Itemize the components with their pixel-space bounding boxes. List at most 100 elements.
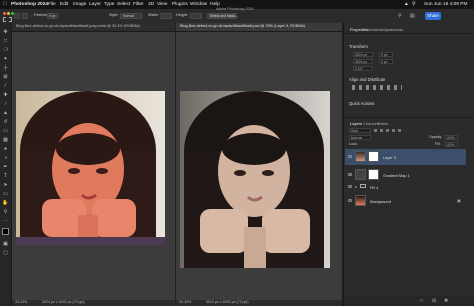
transform-section-label[interactable]: Transform [349,44,368,49]
opacity-value[interactable]: 100% [446,136,455,140]
portrait-image-original[interactable] [16,91,165,245]
eyedropper-icon[interactable]: ⁄ [2,83,9,89]
path-select-icon[interactable]: ➤ [2,182,9,188]
hand-tool-icon[interactable]: ✋ [2,200,9,206]
new-layer-icon[interactable]: ⊞ [432,298,436,304]
x-value[interactable]: 0 px [381,53,387,57]
dodge-tool-icon[interactable]: ◑ [2,155,9,161]
menu-app-name[interactable]: Photoshop 2024 [11,2,48,7]
x-field: 0 px [379,52,393,57]
blur-tool-icon[interactable]: ● [2,146,9,152]
minimize-window-button[interactable] [7,12,10,15]
layer-name[interactable]: Background [370,199,391,204]
align-section-label[interactable]: Align and Distribute [349,77,385,82]
new-group-icon[interactable]: □ [420,298,423,304]
layer-name[interactable]: Gradient Map 1 [383,173,410,178]
chevron-right-icon[interactable]: ▸ [355,184,357,189]
lasso-tool-icon[interactable]: ❍ [2,47,9,53]
menu-image[interactable]: Image [73,2,86,7]
angle-field: 0.00° [353,66,373,71]
layer-mask-thumbnail[interactable] [368,151,379,162]
document-tab-left[interactable]: Blog-Bez-defect-vs-gn-rb-tapisoffdaulitf… [12,23,175,32]
layer-row[interactable]: Background ▣ [345,193,466,209]
menu-3d[interactable]: 3D [148,2,154,7]
share-button[interactable]: Share [425,12,441,20]
menu-window[interactable]: Window [190,2,207,7]
type-tool-icon[interactable]: T [2,173,9,179]
menu-type[interactable]: Type [104,2,114,7]
visibility-eye-icon[interactable] [348,199,352,202]
visibility-eye-icon[interactable] [348,155,352,158]
pen-tool-icon[interactable]: ✒ [2,164,9,170]
menu-filter[interactable]: Filter [133,2,144,7]
workspace-icon[interactable]: ▤ [410,13,415,19]
tab-layers[interactable]: Layers [350,121,362,126]
brush-tool-icon[interactable]: ∕ [2,101,9,107]
quick-select-icon[interactable]: ✦ [2,56,9,62]
zoom-tool-icon[interactable]: ⚲ [2,209,9,215]
close-window-button[interactable] [3,12,6,15]
history-brush-icon[interactable]: ↺ [2,119,9,125]
layer-row[interactable]: ▸ Fill 4 [345,181,466,193]
quick-mask-icon[interactable]: ▣ [2,241,9,247]
search-icon[interactable]: ⚲ [412,2,416,7]
menu-layer[interactable]: Layer [89,2,101,7]
tab-adjustments[interactable]: Adjustments [381,27,403,32]
style-select[interactable]: Normal [120,13,142,19]
blend-mode-value[interactable]: Normal [351,136,362,140]
search-icon[interactable]: ⚲ [398,13,402,19]
y-value[interactable]: 0 px [381,60,387,64]
zoom-level[interactable]: 33.33% [179,300,191,305]
angle-value[interactable]: 0.00° [355,67,363,71]
align-icons[interactable] [352,85,402,90]
height-value[interactable]: 3024 px [355,60,367,64]
move-tool-icon[interactable]: ✥ [2,29,9,35]
width-value[interactable]: 3024 px [355,53,367,57]
add-selection-icon[interactable] [22,13,28,19]
layers-footer: □ ⊞ ✖ [344,296,474,306]
tab-libraries[interactable]: Libraries [366,27,381,32]
gradient-tool-icon[interactable]: ▩ [2,137,9,143]
crop-tool-icon[interactable]: ┼ [2,65,9,71]
marquee-tool-icon[interactable]: □ [2,38,9,44]
menu-plugins[interactable]: Plugins [172,2,188,7]
portrait-image-edited[interactable] [180,91,330,268]
visibility-eye-icon[interactable] [348,185,352,188]
more-tools-icon[interactable]: ⋯ [2,218,9,224]
tab-paths[interactable]: Paths [378,121,388,126]
options-bar: Feather: 0 px Style: Normal Width: Heigh… [0,7,474,24]
filter-icons[interactable] [374,129,404,132]
screen-mode-icon[interactable]: ▢ [2,250,9,256]
height-input[interactable] [190,13,202,19]
layer-mask-thumbnail[interactable] [368,169,379,180]
foreground-color-swatch[interactable] [2,228,9,235]
visibility-eye-icon[interactable] [348,173,352,176]
kind-label[interactable]: Kind [351,129,358,133]
layer-name[interactable]: Fill 4 [370,185,378,190]
tools-panel: ✥ □ ❍ ✦ ┼ ⊠ ⁄ ✚ ∕ ▲ ↺ ▭ ▩ ● ◑ ✒ T ➤ ▭ ✋ … [0,23,12,306]
marquee-tool-icon[interactable] [3,17,12,22]
fill-value[interactable]: 100% [446,143,455,147]
width-input[interactable] [160,13,172,19]
frame-tool-icon[interactable]: ⊠ [2,74,9,80]
feather-input[interactable]: 0 px [47,13,58,19]
menu-file[interactable]: File [48,2,56,7]
shape-tool-icon[interactable]: ▭ [2,191,9,197]
document-tab-title: Blog-Bez-defect-vs-gn-rb-tapisoffdaulitf… [16,24,140,28]
new-selection-icon[interactable] [14,13,20,19]
wifi-icon[interactable]: ▲ [404,2,409,7]
document-tab-right[interactable]: Blog-Bez-defect-vs-gn-rb-tapisoffdaulitf… [176,23,342,32]
delete-layer-icon[interactable]: ✖ [444,298,448,304]
apple-icon[interactable]:  [3,2,7,7]
zoom-level[interactable]: 33.33% [15,300,27,305]
clone-stamp-icon[interactable]: ▲ [2,110,9,116]
layer-row[interactable]: Layer 3 [345,149,466,165]
layer-name[interactable]: Layer 3 [383,155,396,160]
eraser-tool-icon[interactable]: ▭ [2,128,9,134]
quick-actions-label[interactable]: Quick Actions [349,101,374,106]
menu-select[interactable]: Select [117,2,130,7]
menu-view[interactable]: View [157,2,167,7]
healing-brush-icon[interactable]: ✚ [2,92,9,98]
select-and-mask-button[interactable]: Select and Mask... [207,13,238,19]
menu-edit[interactable]: Edit [60,2,68,7]
